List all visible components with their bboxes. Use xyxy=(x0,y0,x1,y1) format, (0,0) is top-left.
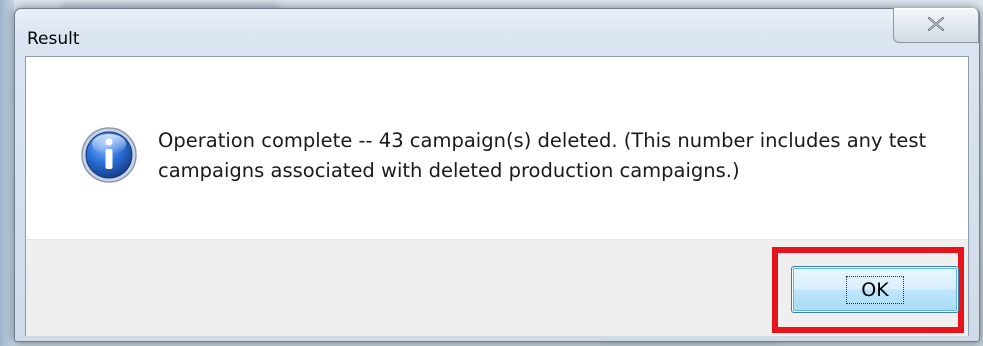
button-bar: OK xyxy=(26,239,968,336)
close-icon xyxy=(927,17,945,31)
ok-button-label: OK xyxy=(846,275,904,304)
ok-button[interactable]: OK xyxy=(791,266,959,313)
message-area: Operation complete -- 43 campaign(s) del… xyxy=(26,57,968,239)
info-icon xyxy=(81,127,137,183)
dialog-content: Operation complete -- 43 campaign(s) del… xyxy=(25,56,969,336)
close-button[interactable] xyxy=(893,8,979,43)
background-window-edge xyxy=(0,0,14,346)
dialog-title: Result xyxy=(27,29,80,49)
result-message: Operation complete -- 43 campaign(s) del… xyxy=(158,129,927,182)
result-dialog: Result Operation complete -- 43 campaign… xyxy=(14,8,980,342)
